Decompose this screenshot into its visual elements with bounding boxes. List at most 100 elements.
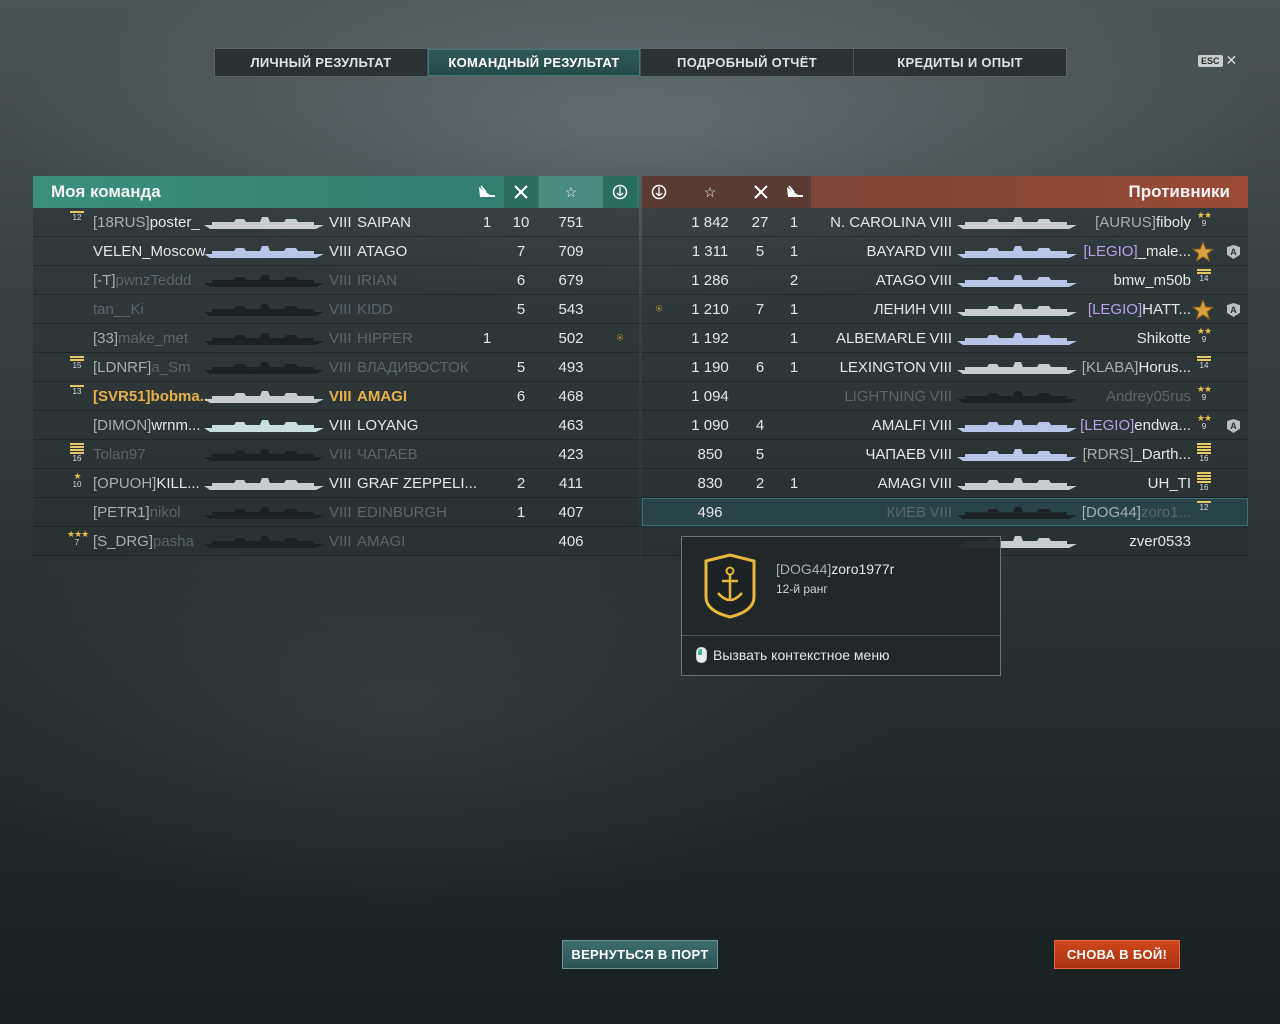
planes-destroyed-count: 1 bbox=[789, 330, 799, 347]
ship-tier: VIII bbox=[329, 475, 352, 492]
player-row[interactable]: VELEN_Moscow VIII ATAGO 7 709 bbox=[33, 237, 639, 266]
player-name: [LDNRF]a_Sm bbox=[93, 359, 191, 376]
ship-tier: VIII bbox=[329, 359, 352, 376]
base-xp-star-icon: ☆ bbox=[703, 183, 717, 200]
ships-destroyed-count: 7 bbox=[755, 301, 765, 318]
player-row[interactable]: [-T]pwnzTeddd VIII IRIAN 6 679 bbox=[33, 266, 639, 295]
ship-tier: VIII bbox=[329, 243, 352, 260]
base-xp-score: 1 311 bbox=[691, 243, 729, 260]
ship-tier: VIII bbox=[929, 475, 952, 492]
ship-silhouette-icon bbox=[957, 215, 1077, 229]
player-row[interactable]: 1 192 1 ALBEMARLE VIII Shikotte ★★ 9 bbox=[642, 324, 1248, 353]
ship-silhouette-icon bbox=[957, 302, 1077, 316]
base-xp-score: 1 286 bbox=[691, 272, 729, 289]
ship-tier: VIII bbox=[929, 388, 952, 405]
base-xp-score: 493 bbox=[558, 359, 584, 376]
ship-silhouette-icon bbox=[204, 534, 324, 548]
player-row[interactable]: tan__Ki VIII KIDD 5 543 bbox=[33, 295, 639, 324]
battle-again-button[interactable]: СНОВА В БОЙ! bbox=[1054, 940, 1180, 969]
rank-insignia-icon bbox=[67, 240, 87, 264]
player-row[interactable]: 496 КИЕВ VIII [DOG44]zoro1... 12 bbox=[642, 498, 1248, 527]
rank-insignia-icon: 15 bbox=[67, 356, 87, 380]
player-name: [-T]pwnzTeddd bbox=[93, 272, 192, 289]
my-team-table: Моя команда ☆ 12 [18RUS]poster_ VIII SAIPAN… bbox=[33, 176, 639, 556]
rank-insignia-icon bbox=[67, 327, 87, 351]
rank-insignia-icon bbox=[1194, 530, 1214, 554]
planes-destroyed-count bbox=[470, 498, 504, 527]
player-row[interactable]: [DIMON]wrnm... VIII LOYANG 463 bbox=[33, 411, 639, 440]
player-name: Tolan97 bbox=[93, 446, 146, 463]
rank-insignia-icon bbox=[67, 414, 87, 438]
player-name: [LEGIO]_male... bbox=[1083, 243, 1191, 260]
return-to-port-button[interactable]: ВЕРНУТЬСЯ В ПОРТ bbox=[562, 940, 718, 969]
player-row[interactable]: 1 842 27 1 N. CAROLINA VIII [AURUS]fiboly ★★ 9 bbox=[642, 208, 1248, 237]
player-row[interactable]: [PETR1]nikol VIII EDINBURGH 1 407 bbox=[33, 498, 639, 527]
ship-name: AMAGI bbox=[877, 475, 926, 492]
player-row[interactable]: ★ 10 [OPUOH]KILL... VIII GRAF ZEPPELI... 2 411 bbox=[33, 469, 639, 498]
planes-destroyed-count bbox=[470, 266, 504, 295]
ship-silhouette-icon bbox=[204, 331, 324, 345]
player-row[interactable]: 1 190 6 1 LEXINGTON VIII [KLABA]Horus... 14 bbox=[642, 353, 1248, 382]
player-row[interactable]: 1 090 4 AMALFI VIII [LEGIO]endwa... ★★ 9 A bbox=[642, 411, 1248, 440]
player-name: UH_TI bbox=[1147, 475, 1191, 492]
base-xp-star-icon: ☆ bbox=[539, 176, 603, 208]
player-row[interactable]: 12 [18RUS]poster_ VIII SAIPAN 1 10 751 bbox=[33, 208, 639, 237]
player-row[interactable]: 13 [SVR51]bobma... VIII AMAGI 6 468 bbox=[33, 382, 639, 411]
planes-destroyed-count: 1 bbox=[789, 243, 799, 260]
player-name: [LEGIO]HATT... bbox=[1087, 301, 1191, 318]
player-row[interactable]: 1 094 LIGHTNING VIII Andrey05rus ★★ 9 bbox=[642, 382, 1248, 411]
ship-tier: VIII bbox=[329, 214, 352, 231]
ship-tier: VIII bbox=[929, 359, 952, 376]
ship-name: N. CAROLINA bbox=[830, 214, 926, 231]
player-name: [SVR51]bobma... bbox=[93, 388, 213, 405]
ship-name: LEXINGTON bbox=[839, 359, 926, 376]
ship-silhouette-icon bbox=[204, 215, 324, 229]
tooltip-rank: 12-й ранг bbox=[776, 582, 828, 596]
ship-name: ВЛАДИВОСТОК bbox=[357, 359, 469, 376]
base-xp-score: 496 bbox=[697, 504, 723, 521]
ship-tier: VIII bbox=[329, 388, 352, 405]
ship-name: ATAGO bbox=[357, 243, 408, 260]
tab-detailed-report[interactable]: ПОДРОБНЫЙ ОТЧЁТ bbox=[641, 49, 854, 76]
planes-destroyed-count bbox=[777, 498, 811, 527]
base-xp-score: 709 bbox=[558, 243, 584, 260]
ships-destroyed-count bbox=[743, 324, 777, 353]
rank-insignia-icon: ★★★ 7 bbox=[67, 529, 89, 547]
base-xp-score: 543 bbox=[558, 301, 584, 318]
ship-tier: VIII bbox=[929, 243, 952, 260]
player-row[interactable]: 15 [LDNRF]a_Sm VIII ВЛАДИВОСТОК 5 493 bbox=[33, 353, 639, 382]
player-row[interactable]: ★★★ 7 [S_DRG]pasha VIII AMAGI 406 bbox=[33, 527, 639, 556]
ship-tier: VIII bbox=[929, 214, 952, 231]
rank-insignia-icon: 12 bbox=[1194, 501, 1214, 525]
rank-insignia-icon bbox=[67, 298, 87, 322]
tooltip-player-name: [DOG44]zoro1977r bbox=[776, 561, 895, 577]
rank-insignia-icon bbox=[67, 269, 87, 293]
base-xp-score: 1 192 bbox=[691, 330, 729, 347]
player-row[interactable]: 850 5 ЧАПАЕВ VIII [RDRS]_Darth... 16 bbox=[642, 440, 1248, 469]
player-name: [S_DRG]pasha bbox=[93, 533, 194, 550]
tab-personal-result[interactable]: ЛИЧНЫЙ РЕЗУЛЬТАТ bbox=[215, 49, 428, 76]
tab-team-result[interactable]: КОМАНДНЫЙ РЕЗУЛЬТАТ bbox=[428, 49, 641, 76]
base-xp-score: 468 bbox=[558, 388, 584, 405]
close-button[interactable]: ESC ✕ bbox=[1198, 52, 1237, 69]
tab-credits-xp[interactable]: КРЕДИТЫ И ОПЫТ bbox=[854, 49, 1066, 76]
ship-silhouette-icon bbox=[204, 244, 324, 258]
ships-destroyed-count bbox=[743, 382, 777, 411]
ship-tier: VIII bbox=[929, 504, 952, 521]
player-name: Andrey05rus bbox=[1105, 388, 1191, 405]
ship-tier: VIII bbox=[329, 446, 352, 463]
player-row[interactable]: 1 286 2 ATAGO VIII bmw_m50b 14 bbox=[642, 266, 1248, 295]
player-row[interactable]: 830 2 1 AMAGI VIII UH_TI 16 bbox=[642, 469, 1248, 498]
ship-name: ALBEMARLE bbox=[835, 330, 926, 347]
base-xp-score: 850 bbox=[697, 446, 723, 463]
planes-destroyed-count bbox=[470, 469, 504, 498]
rank-insignia-icon: 13 bbox=[67, 385, 87, 409]
player-tooltip: [DOG44]zoro1977r 12-й ранг Вызвать конте… bbox=[681, 536, 1001, 676]
enemy-team-header: ☆ Противники bbox=[642, 176, 1248, 208]
player-row[interactable]: [33]make_met VIII HIPPER 1 502 ⍟ bbox=[33, 324, 639, 353]
player-name: [DOG44]zoro1... bbox=[1081, 504, 1191, 521]
player-row[interactable]: 1 311 5 1 BAYARD VIII [LEGIO]_male... A bbox=[642, 237, 1248, 266]
player-row[interactable]: ⍟ 1 210 7 1 ЛЕНИН VIII [LEGIO]HATT... A bbox=[642, 295, 1248, 324]
player-row[interactable]: 16 Tolan97 VIII ЧАПАЕВ 423 bbox=[33, 440, 639, 469]
rank-insignia-icon: ★ 10 bbox=[72, 471, 82, 489]
